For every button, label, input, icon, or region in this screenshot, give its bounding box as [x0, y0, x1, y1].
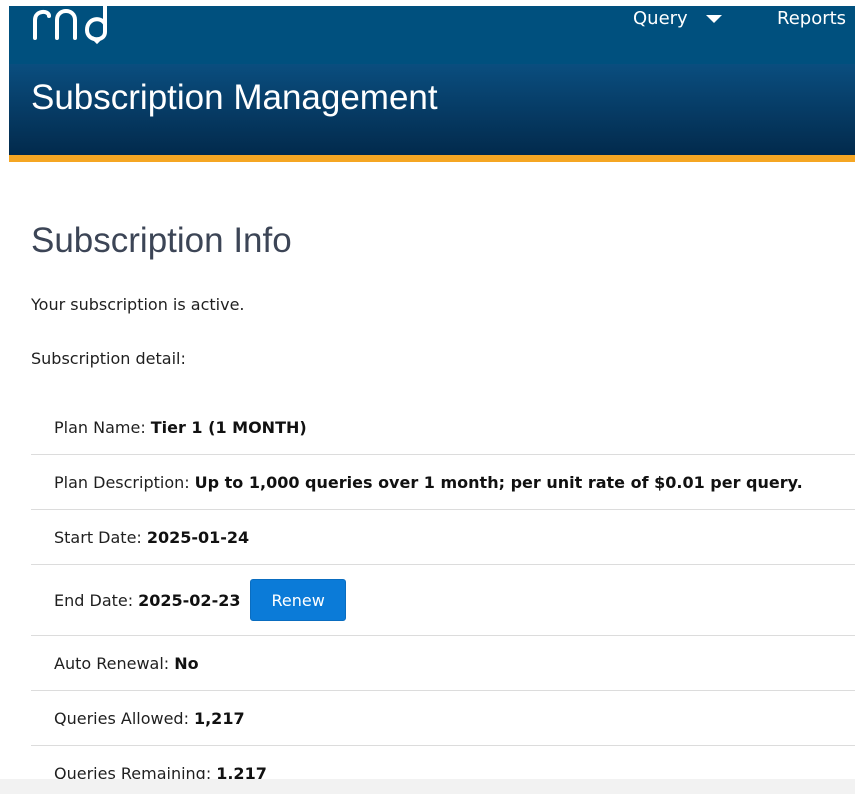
subscription-detail-list: Plan Name: Tier 1 (1 MONTH) Plan Descrip…	[31, 400, 855, 794]
subscription-status-text: Your subscription is active.	[31, 295, 245, 314]
page: rnd Query Reports Subscription Managemen…	[0, 0, 855, 794]
renew-button[interactable]: Renew	[250, 579, 346, 621]
detail-key: Queries Allowed:	[54, 708, 189, 728]
nav-reports-link[interactable]: Reports	[777, 8, 846, 29]
detail-value: Up to 1,000 queries over 1 month; per un…	[194, 472, 803, 492]
section-heading: Subscription Info	[31, 221, 292, 260]
header-accent-bar	[9, 155, 855, 162]
top-nav: rnd Query Reports	[9, 2, 855, 64]
detail-row-plan-description: Plan Description: Up to 1,000 queries ov…	[31, 455, 855, 510]
page-title: Subscription Management	[31, 78, 438, 117]
detail-row-start-date: Start Date: 2025-01-24	[31, 510, 855, 565]
caret-down-icon	[705, 14, 722, 23]
page-bottom-edge	[0, 779, 855, 794]
detail-row-auto-renewal: Auto Renewal: No	[31, 636, 855, 691]
detail-row-queries-allowed: Queries Allowed: 1,217	[31, 691, 855, 746]
detail-key: Plan Description:	[54, 472, 190, 492]
nav-query-label: Query	[633, 8, 688, 29]
detail-key: Auto Renewal:	[54, 653, 170, 673]
rnd-logo[interactable]: rnd	[31, 2, 121, 46]
detail-key: Start Date:	[54, 527, 142, 547]
detail-row-plan-name: Plan Name: Tier 1 (1 MONTH)	[31, 400, 855, 455]
detail-key: End Date:	[54, 590, 134, 610]
detail-key: Plan Name:	[54, 417, 146, 437]
detail-value: No	[174, 653, 199, 673]
detail-row-end-date: End Date: 2025-02-23 Renew	[31, 565, 855, 636]
detail-value: Tier 1 (1 MONTH)	[150, 417, 307, 437]
detail-value: 2025-01-24	[146, 527, 250, 547]
page-header: Subscription Management	[9, 64, 855, 155]
detail-value: 1,217	[193, 708, 245, 728]
subscription-detail-label: Subscription detail:	[31, 349, 186, 368]
detail-value: 2025-02-23	[138, 590, 241, 610]
nav-query-menu[interactable]: Query	[633, 8, 722, 29]
